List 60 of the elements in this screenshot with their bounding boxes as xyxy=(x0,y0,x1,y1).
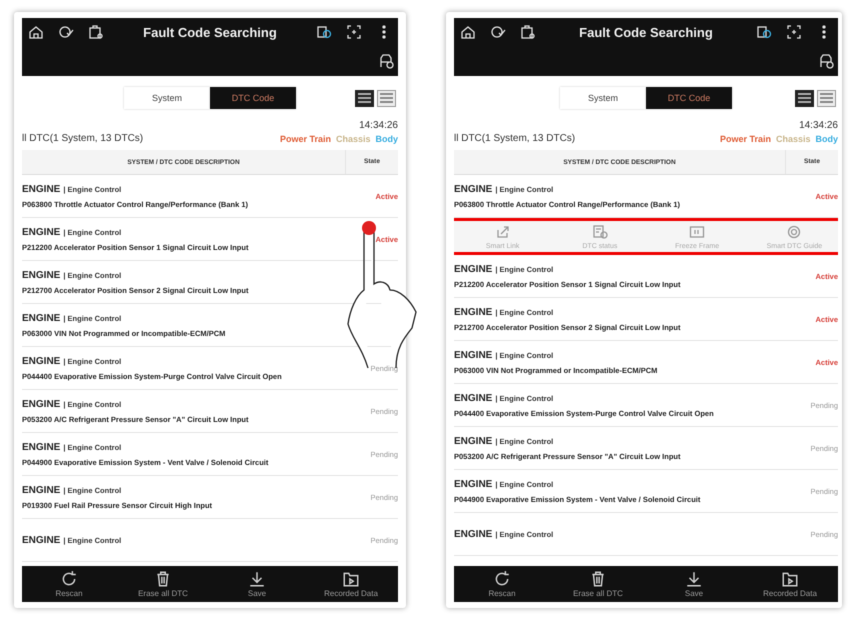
dtc-summary: ll DTC(1 System, 13 DTCs) xyxy=(22,133,144,144)
tab[interactable]: System xyxy=(560,87,646,109)
system-name: ENGINE xyxy=(454,350,492,360)
document-info-icon[interactable] xyxy=(756,24,772,40)
bottom-bar-button[interactable]: Save xyxy=(210,570,304,598)
car-check-icon[interactable] xyxy=(818,53,834,69)
category-legend: Chassis xyxy=(776,134,810,144)
timestamp: 14:34:26 xyxy=(358,120,398,131)
refresh-icon[interactable] xyxy=(60,570,78,588)
home-icon[interactable] xyxy=(460,24,476,40)
system-name: ENGINE xyxy=(22,356,60,366)
system-name: ENGINE xyxy=(454,184,492,194)
download-icon[interactable] xyxy=(685,570,703,588)
category-legend: Power Train xyxy=(720,134,771,144)
system-name: ENGINE xyxy=(22,184,60,194)
share-icon[interactable] xyxy=(494,224,511,240)
system-name: ENGINE xyxy=(454,478,492,490)
screen-title: Fault Code Searching xyxy=(142,24,278,40)
bottom-bar-button[interactable]: Rescan xyxy=(454,570,550,598)
system-name: ENGINE xyxy=(454,528,492,540)
frame-icon[interactable] xyxy=(689,224,706,240)
download-icon[interactable] xyxy=(248,570,266,588)
document-gear-icon[interactable] xyxy=(592,224,608,240)
system-name: ENGINE xyxy=(22,442,60,452)
list-view-icon[interactable] xyxy=(355,90,374,106)
car-check-icon[interactable] xyxy=(378,53,394,69)
system-name: ENGINE xyxy=(454,436,492,446)
bottom-bar-button[interactable]: Save xyxy=(646,570,742,598)
tab[interactable]: System xyxy=(124,87,210,109)
system-name: ENGINE xyxy=(22,270,60,280)
system-name: ENGINE xyxy=(22,484,60,496)
system-name: ENGINE xyxy=(22,226,60,238)
bottom-bar-button[interactable]: Erase all DTC xyxy=(116,570,210,598)
scan-frame-icon[interactable] xyxy=(786,24,802,40)
system-name: ENGINE xyxy=(454,392,492,404)
system-name: ENGINE xyxy=(454,264,492,274)
tab[interactable]: DTC Code xyxy=(646,87,732,109)
dtc-summary: ll DTC(1 System, 13 DTCs) xyxy=(454,133,576,144)
timestamp: 14:34:26 xyxy=(798,120,838,131)
scan-frame-icon[interactable] xyxy=(346,24,362,40)
video-folder-icon[interactable] xyxy=(342,570,360,588)
bottom-bar-button[interactable]: Rescan xyxy=(22,570,116,598)
home-icon[interactable] xyxy=(28,24,44,40)
category-legend: Chassis xyxy=(336,134,370,144)
refresh-icon[interactable] xyxy=(493,570,511,588)
bottom-bar-button[interactable]: Recorded Data xyxy=(304,570,398,598)
system-name: ENGINE xyxy=(22,398,60,410)
category-legend: Power Train xyxy=(280,134,331,144)
category-legend: Body xyxy=(816,134,838,144)
bottom-bar-button[interactable]: Recorded Data xyxy=(742,570,838,598)
bottom-bar-button[interactable]: Erase all DTC xyxy=(550,570,646,598)
screen-title: Fault Code Searching xyxy=(578,24,714,40)
video-folder-icon[interactable] xyxy=(781,570,799,588)
system-name: ENGINE xyxy=(22,534,60,546)
system-name: ENGINE xyxy=(454,306,492,318)
list-view-icon[interactable] xyxy=(795,90,814,106)
system-name: ENGINE xyxy=(22,312,60,324)
category-legend: Body xyxy=(376,134,398,144)
document-info-icon[interactable] xyxy=(316,24,332,40)
tab[interactable]: DTC Code xyxy=(210,87,296,109)
